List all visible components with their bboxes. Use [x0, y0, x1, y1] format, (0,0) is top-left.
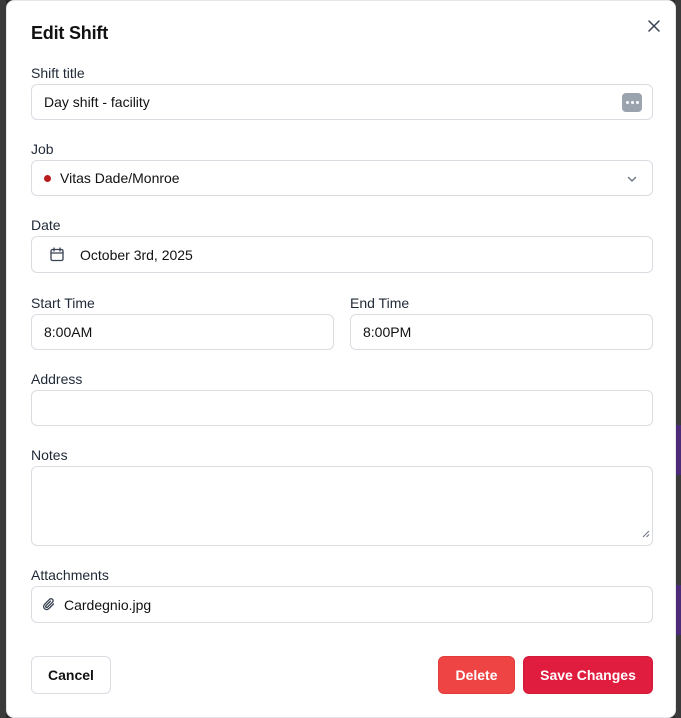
shift-title-label: Shift title: [31, 65, 85, 81]
address-label: Address: [31, 371, 83, 387]
notes-label: Notes: [31, 447, 68, 463]
start-time-label: Start Time: [31, 295, 95, 311]
job-color-dot: [44, 174, 51, 182]
start-time-input[interactable]: 8:00AM: [31, 314, 334, 350]
more-dots-icon[interactable]: [622, 93, 642, 112]
job-label: Job: [31, 141, 54, 157]
date-label: Date: [31, 217, 61, 233]
paperclip-icon: [42, 597, 56, 612]
date-picker-button[interactable]: October 3rd, 2025: [31, 236, 653, 273]
job-select[interactable]: Vitas Dade/Monroe: [31, 160, 653, 196]
cancel-button[interactable]: Cancel: [31, 656, 111, 694]
calendar-icon: [50, 247, 64, 262]
end-time-value: 8:00PM: [363, 324, 412, 340]
edit-shift-dialog: Edit Shift Shift title Day shift - facil…: [6, 0, 676, 718]
dialog-title: Edit Shift: [31, 23, 108, 43]
job-value: Vitas Dade/Monroe: [60, 170, 180, 186]
close-icon[interactable]: [645, 17, 663, 35]
end-time-label: End Time: [350, 295, 410, 311]
attachments-label: Attachments: [31, 567, 109, 583]
resize-grip-icon[interactable]: [642, 525, 650, 543]
shift-title-input[interactable]: Day shift - facility: [31, 84, 653, 120]
shift-title-value: Day shift - facility: [44, 94, 150, 110]
date-value: October 3rd, 2025: [80, 246, 193, 263]
notes-textarea[interactable]: [31, 466, 653, 546]
end-time-input[interactable]: 8:00PM: [350, 314, 653, 350]
attachment-file-name: Cardegnio.jpg: [64, 596, 152, 613]
delete-button[interactable]: Delete: [438, 656, 515, 694]
start-time-value: 8:00AM: [44, 324, 93, 340]
attachment-item[interactable]: Cardegnio.jpg: [31, 586, 653, 623]
save-changes-button[interactable]: Save Changes: [523, 656, 653, 694]
address-input[interactable]: [31, 390, 653, 426]
chevron-down-icon: [626, 172, 638, 188]
